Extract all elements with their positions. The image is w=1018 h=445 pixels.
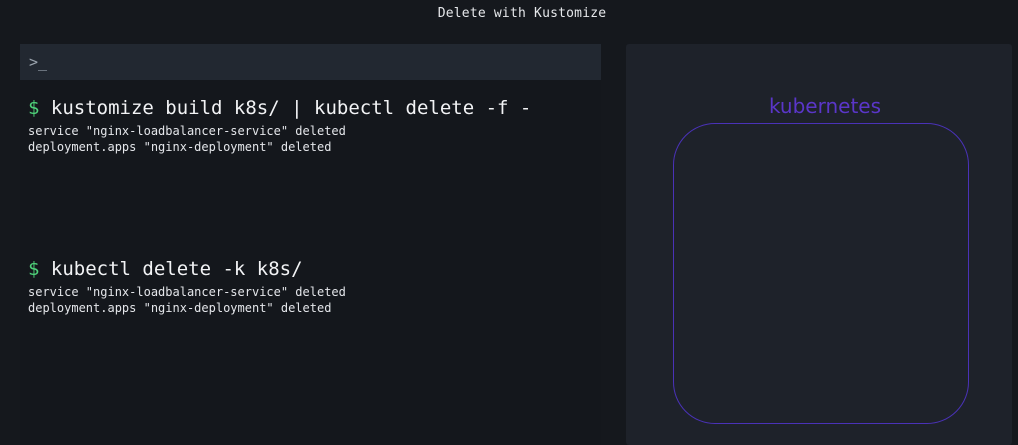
page-title: Delete with Kustomize [437,6,607,21]
prompt-symbol: $ [28,97,40,119]
command-text: kubectl delete -k k8s/ [50,258,303,280]
kubernetes-cluster-box [673,123,969,424]
output-line: deployment.apps "nginx-deployment" delet… [28,301,332,315]
output-line: service "nginx-loadbalancer-service" del… [28,124,346,138]
command-line: $ kustomize build k8s/ | kubectl delete … [28,96,531,120]
terminal-title-bar: >_ [20,44,601,80]
prompt-symbol: $ [28,258,40,280]
cluster-panel: kubernetes [626,44,1012,445]
kubernetes-label: kubernetes [768,94,882,118]
output-line: deployment.apps "nginx-deployment" delet… [28,140,332,154]
command-text: kustomize build k8s/ | kubectl delete -f… [50,97,532,119]
terminal-prompt-icon: >_ [29,53,48,71]
command-block-2: $ kubectl delete -k k8s/ service "nginx-… [28,257,346,316]
command-block-1: $ kustomize build k8s/ | kubectl delete … [28,96,531,155]
output-line: service "nginx-loadbalancer-service" del… [28,285,346,299]
terminal-window[interactable]: >_ $ kustomize build k8s/ | kubectl dele… [20,44,601,445]
command-line: $ kubectl delete -k k8s/ [28,257,346,281]
